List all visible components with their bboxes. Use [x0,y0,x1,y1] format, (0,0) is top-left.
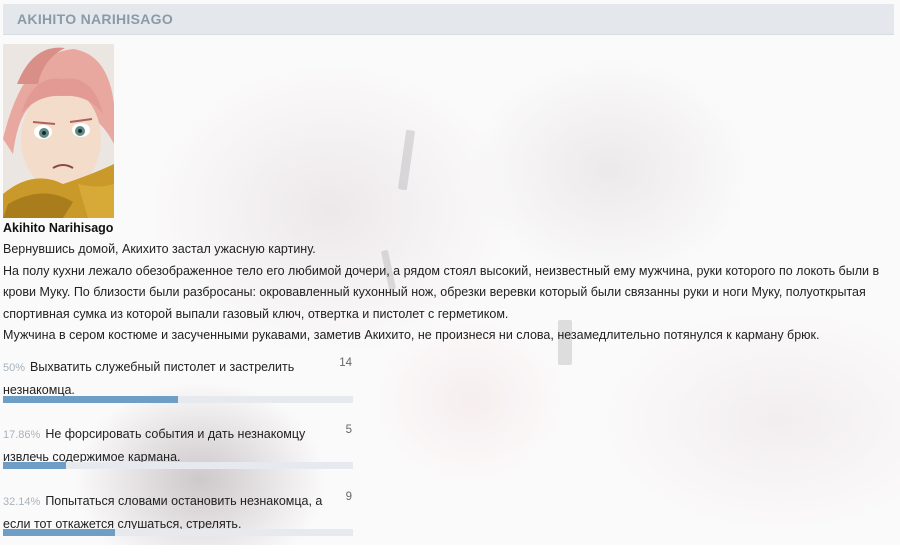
poll-option-label: Не форсировать события и дать незнакомцу… [3,427,306,464]
post-title: AKIHITO NARIHISAGO [17,11,174,27]
poll-option-text: 50% Выхватить служебный пистолет и застре… [3,356,333,401]
poll-option[interactable]: 32.14% Попытаться словами остановить незн… [3,490,353,557]
poll-option-label: Попытаться словами остановить незнакомца… [3,494,323,531]
poll-progress-bar [3,462,66,469]
avatar-image [3,44,114,218]
poll-progress-track [3,529,353,536]
poll-option-votes: 5 [345,424,352,436]
story-paragraph: Вернувшись домой, Акихито застал ужасную… [3,242,316,256]
poll: 50% Выхватить служебный пистолет и застре… [3,356,353,557]
poll-option-label: Выхватить служебный пистолет и застрелит… [3,360,295,397]
poll-option-percent: 50% [3,362,26,374]
poll-option-votes: 9 [345,491,352,503]
story-paragraph: Мужчина в сером костюме и засученными ру… [3,328,820,342]
post-header: AKIHITO NARIHISAGO [3,4,894,35]
poll-option-percent: 17.86% [3,429,41,441]
poll-progress-bar [3,529,116,536]
poll-progress-bar [3,396,178,403]
post-body: Вернувшись домой, Акихито застал ужасную… [3,239,883,347]
post-author[interactable]: Akihito Narihisago [3,221,113,235]
poll-option[interactable]: 17.86% Не форсировать события и дать незн… [3,423,353,490]
poll-option-votes: 14 [339,357,352,369]
story-paragraph: На полу кухни лежало обезображенное тело… [3,263,880,321]
avatar[interactable] [3,44,114,218]
poll-progress-track [3,462,353,469]
poll-option[interactable]: 50% Выхватить служебный пистолет и застре… [3,356,353,423]
poll-progress-track [3,396,353,403]
poll-option-percent: 32.14% [3,496,41,508]
